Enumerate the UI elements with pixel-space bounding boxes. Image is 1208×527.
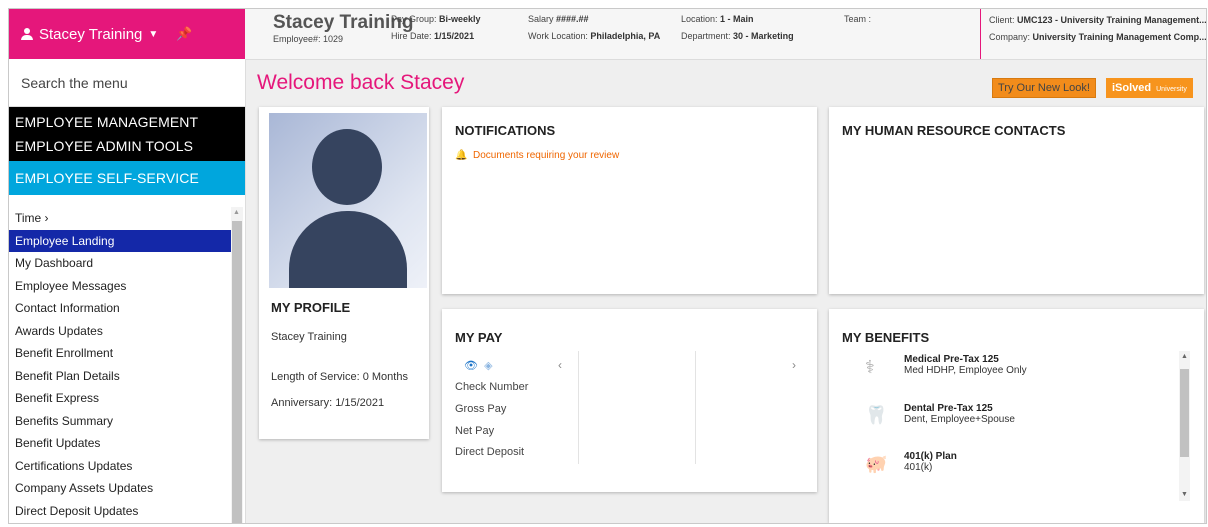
my-benefits-card: MY BENEFITS ⚕ Medical Pre-Tax 125 Med HD…	[829, 309, 1204, 523]
visibility-toggles: 👁 ◈	[464, 359, 493, 372]
bell-icon: 🔔	[455, 150, 468, 161]
sidebar-item-benefit-plan-details[interactable]: Benefit Plan Details	[9, 365, 231, 388]
salary: ####.##	[556, 14, 589, 24]
profile-photo-placeholder	[269, 113, 427, 288]
eye-slash-icon[interactable]: ◈	[484, 360, 492, 372]
hr-contacts-card: MY HUMAN RESOURCE CONTACTS	[829, 107, 1204, 294]
team-label: Team :	[844, 14, 872, 24]
sidebar-item-certifications-updates[interactable]: Certifications Updates	[9, 455, 231, 478]
my-pay-title: MY PAY	[455, 330, 503, 345]
sidebar-item-awards-updates[interactable]: Awards Updates	[9, 320, 231, 343]
sidebar-item-company-assets-updates[interactable]: Company Assets Updates	[9, 477, 231, 500]
avatar-head	[312, 129, 382, 205]
isolved-logo-text: iSolved	[1112, 82, 1152, 94]
sidebar-item-employee-landing[interactable]: Employee Landing	[9, 229, 231, 252]
profile-card: MY PROFILE Stacey Training Length of Ser…	[259, 107, 429, 439]
employee-number: Employee#: 1029	[273, 34, 344, 44]
welcome-heading: Welcome back Stacey	[257, 71, 465, 94]
user-icon	[21, 28, 33, 40]
direct-deposit-label: Direct Deposit	[455, 446, 525, 458]
net-pay-label: Net Pay	[455, 425, 495, 437]
benefits-scroll-thumb[interactable]	[1180, 369, 1189, 457]
pay-group: Bi-weekly	[439, 14, 481, 24]
department: 30 - Marketing	[733, 31, 794, 41]
benefit-item-medical[interactable]: Medical Pre-Tax 125 Med HDHP, Employee O…	[904, 354, 1027, 376]
pay-group-col: Pay Group: Bi-weekly Hire Date: 1/15/202…	[391, 14, 481, 41]
work-location: Philadelphia, PA	[590, 31, 661, 41]
notifications-card: NOTIFICATIONS 🔔 Documents requiring your…	[442, 107, 817, 294]
user-menu[interactable]: Stacey Training ▼ 📌	[9, 9, 245, 59]
notifications-title: NOTIFICATIONS	[455, 123, 556, 138]
university-label: University	[1156, 86, 1187, 93]
section-employee-management[interactable]: EMPLOYEE MANAGEMENT	[9, 112, 245, 133]
eye-icon[interactable]: 👁	[464, 360, 478, 372]
my-pay-card: MY PAY 👁 ◈ ‹ › Check Number Gross Pay Ne…	[442, 309, 817, 492]
benefits-scrollbar[interactable]: ▲ ▼	[1179, 351, 1190, 501]
pay-column-divider	[695, 351, 696, 464]
tooth-icon: 🦷	[865, 405, 888, 425]
sidebar: Search the menu EMPLOYEE MANAGEMENT EMPL…	[9, 59, 246, 523]
scroll-up-icon[interactable]: ▲	[233, 209, 240, 216]
hr-contacts-title: MY HUMAN RESOURCE CONTACTS	[842, 123, 1066, 138]
sidebar-menu: Time › Employee Landing My Dashboard Emp…	[9, 207, 231, 522]
hire-date: 1/15/2021	[434, 31, 475, 41]
try-new-look-button[interactable]: Try Our New Look!	[992, 78, 1096, 98]
check-number-label: Check Number	[455, 381, 529, 393]
pin-icon[interactable]: 📌	[176, 26, 192, 42]
caret-down-icon: ▼	[148, 28, 159, 40]
gross-pay-label: Gross Pay	[455, 403, 507, 415]
company: University Training Management Comp...	[1032, 32, 1207, 42]
piggy-bank-icon: 🐖	[865, 454, 888, 474]
profile-name: Stacey Training	[271, 331, 347, 343]
isolved-university-button[interactable]: iSolved University	[1106, 78, 1193, 98]
menu-search-input[interactable]: Search the menu	[9, 59, 245, 107]
caduceus-icon: ⚕	[865, 357, 875, 377]
sidebar-item-benefit-updates[interactable]: Benefit Updates	[9, 432, 231, 455]
pay-next-icon[interactable]: ›	[792, 358, 796, 372]
documents-review-link[interactable]: 🔔 Documents requiring your review	[455, 150, 619, 161]
profile-title: MY PROFILE	[271, 300, 351, 315]
pay-prev-icon[interactable]: ‹	[558, 358, 562, 372]
employee-header: Stacey Training Employee#: 1029 Pay Grou…	[245, 9, 1206, 60]
client-info: Client: UMC123 - University Training Man…	[980, 9, 1207, 59]
sidebar-scrollbar[interactable]: ▲	[231, 207, 243, 523]
sidebar-dark-sections: EMPLOYEE MANAGEMENT EMPLOYEE ADMIN TOOLS	[9, 107, 245, 161]
salary-col: Salary ####.## Work Location: Philadelph…	[528, 14, 661, 41]
anniversary: Anniversary: 1/15/2021	[271, 397, 385, 409]
length-of-service: Length of Service: 0 Months	[271, 371, 408, 383]
team-col: Team :	[844, 11, 871, 28]
sidebar-item-my-dashboard[interactable]: My Dashboard	[9, 252, 231, 275]
sidebar-scroll-thumb[interactable]	[232, 221, 242, 523]
sidebar-item-benefit-enrollment[interactable]: Benefit Enrollment	[9, 342, 231, 365]
location-col: Location: 1 - Main Department: 30 - Mark…	[681, 14, 794, 41]
user-menu-label: Stacey Training	[39, 25, 143, 43]
benefit-item-dental[interactable]: Dental Pre-Tax 125 Dent, Employee+Spouse	[904, 403, 1015, 425]
scroll-down-icon[interactable]: ▼	[1181, 491, 1188, 498]
sidebar-item-benefit-express[interactable]: Benefit Express	[9, 387, 231, 410]
sidebar-item-contact-information[interactable]: Contact Information	[9, 297, 231, 320]
scroll-up-icon[interactable]: ▲	[1181, 353, 1188, 360]
app-window: Stacey Training ▼ 📌 Stacey Training Empl…	[8, 8, 1207, 524]
sidebar-item-time[interactable]: Time ›	[9, 207, 231, 230]
pay-column-divider	[578, 351, 579, 464]
section-employee-self-service[interactable]: EMPLOYEE SELF-SERVICE	[9, 161, 245, 195]
avatar-body	[289, 211, 407, 288]
client: UMC123 - University Training Management.…	[1017, 15, 1207, 25]
my-benefits-title: MY BENEFITS	[842, 330, 930, 345]
section-employee-admin-tools[interactable]: EMPLOYEE ADMIN TOOLS	[9, 136, 245, 157]
location: 1 - Main	[720, 14, 754, 24]
sidebar-item-direct-deposit-updates[interactable]: Direct Deposit Updates	[9, 500, 231, 523]
sidebar-item-employee-messages[interactable]: Employee Messages	[9, 275, 231, 298]
sidebar-item-benefits-summary[interactable]: Benefits Summary	[9, 410, 231, 433]
benefit-item-401k[interactable]: 401(k) Plan 401(k)	[904, 451, 957, 473]
